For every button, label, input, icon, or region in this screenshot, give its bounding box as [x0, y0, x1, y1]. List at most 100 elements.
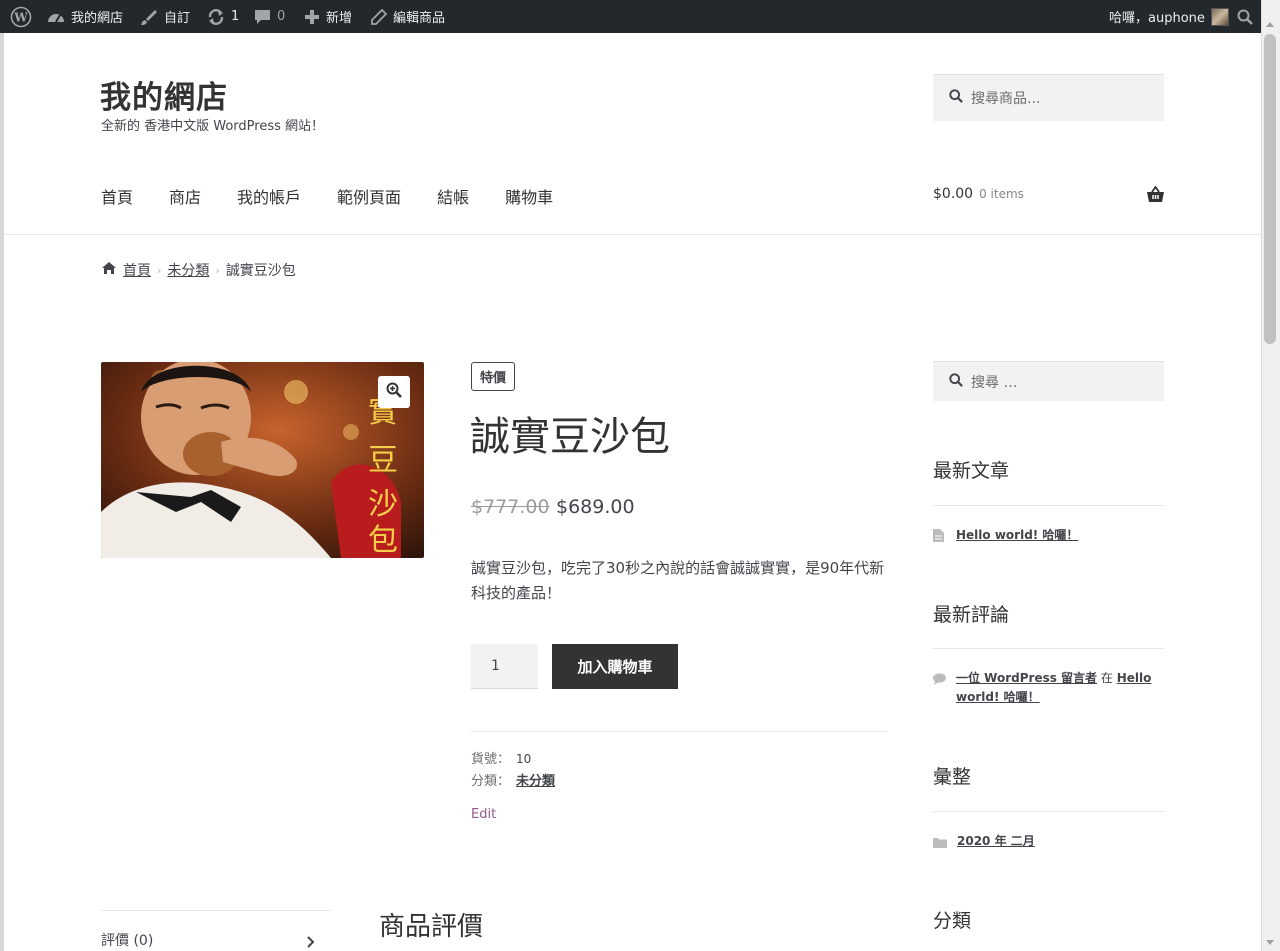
header-cart[interactable]: $0.00 0 items [933, 186, 1024, 202]
nav-item-cart[interactable]: 購物車 [505, 184, 553, 208]
admin-bar-account[interactable]: 哈囉，auphone [1109, 0, 1229, 33]
category-label: 分類： [471, 774, 511, 789]
header-divider [4, 234, 1261, 235]
admin-bar-greeting: 哈囉，auphone [1109, 11, 1205, 26]
scrollbar-thumb[interactable] [1264, 34, 1276, 344]
cart-count: 0 items [979, 187, 1024, 201]
quantity-input[interactable] [471, 644, 538, 689]
site-title[interactable]: 我的網店 [100, 72, 228, 117]
sale-badge: 特價 [471, 362, 516, 391]
breadcrumb-current: 誠實豆沙包 [225, 263, 296, 279]
category-link[interactable]: 未分類 [516, 774, 555, 789]
comment-in-word: 在 [1100, 671, 1113, 685]
brush-icon [140, 8, 158, 26]
wordpress-logo-button[interactable]: W [10, 0, 32, 33]
comment-icon [254, 9, 271, 25]
admin-bar-comments[interactable]: 0 [254, 0, 285, 33]
recent-posts-title: 最新文章 [933, 460, 1010, 482]
product-image[interactable]: 實 豆 沙 包 [101, 362, 424, 558]
home-icon [101, 261, 117, 279]
product-search-field[interactable]: 搜尋商品... [933, 74, 1164, 121]
chevron-right-icon [306, 933, 316, 951]
breadcrumb-category[interactable]: 未分類 [167, 260, 209, 280]
admin-bar-customize-label: 自訂 [164, 11, 191, 26]
product-title: 誠實豆沙包 [470, 414, 670, 460]
comment-author-link[interactable]: 一位 WordPress 留言者 [956, 671, 1097, 685]
admin-bar-site-label: 我的網店 [71, 11, 124, 26]
widget-divider [933, 648, 1164, 649]
plus-icon [304, 9, 320, 25]
nav-item-sample-page[interactable]: 範例頁面 [337, 184, 401, 208]
wordpress-logo-icon: W [10, 6, 32, 28]
svg-text:豆: 豆 [368, 443, 398, 478]
dashboard-icon [47, 9, 65, 25]
search-icon [949, 372, 963, 391]
scrollbar-up-arrow[interactable] [1266, 22, 1274, 27]
document-icon [933, 526, 946, 548]
search-icon [949, 89, 963, 107]
image-zoom-button[interactable] [378, 376, 410, 408]
summary-divider [471, 731, 887, 732]
admin-bar-new-label: 新增 [326, 11, 353, 26]
zoom-icon [386, 382, 402, 402]
admin-bar-updates[interactable]: 1 [207, 0, 239, 33]
reviews-heading: 商品評價 [379, 912, 484, 942]
categories-title: 分類 [933, 910, 972, 932]
avatar [1210, 7, 1229, 26]
archives-title: 彙整 [933, 766, 972, 788]
admin-bar-site-name[interactable]: 我的網店 [47, 0, 123, 33]
admin-bar-customize[interactable]: 自訂 [140, 0, 190, 33]
cart-amount: $0.00 [933, 186, 974, 202]
add-to-cart-button[interactable]: 加入購物車 [552, 644, 678, 689]
recent-comment-item: 一位 WordPress 留言者 在 Hello world! 哈囉！ [933, 669, 1164, 707]
sale-price: $689.00 [556, 496, 635, 518]
svg-text:包: 包 [368, 523, 398, 558]
edit-link[interactable]: Edit [471, 807, 496, 822]
widget-divider [933, 811, 1164, 812]
svg-text:W: W [13, 10, 28, 24]
admin-bar: W 我的網店 自訂 1 0 新增 編輯商品 哈囉，auphone [0, 0, 1280, 33]
product-category: 分類： 未分類 [471, 770, 555, 789]
product-search-placeholder: 搜尋商品... [971, 91, 1041, 107]
nav-item-checkout[interactable]: 結帳 [437, 184, 469, 208]
regular-price: $777.00 [471, 496, 550, 518]
comment-icon [933, 669, 946, 707]
search-icon [1237, 9, 1253, 25]
tabs-divider [101, 910, 331, 911]
archive-link[interactable]: 2020 年 二月 [957, 832, 1035, 854]
svg-text:沙: 沙 [368, 487, 398, 522]
scrollbar-down-arrow[interactable] [1266, 940, 1274, 945]
product-short-description: 誠實豆沙包，吃完了30秒之內說的話會誠誠實實，是90年代新科技的產品！ [471, 559, 885, 602]
breadcrumb-home[interactable]: 首頁 [123, 260, 151, 280]
sidebar-search-placeholder: 搜尋 … [971, 374, 1018, 391]
refresh-icon [207, 8, 225, 26]
recent-post-link[interactable]: Hello world! 哈囉！ [956, 526, 1078, 548]
admin-bar-search[interactable] [1237, 0, 1253, 33]
pencil-icon [371, 8, 387, 25]
sku-value: 10 [516, 752, 532, 766]
admin-bar-new[interactable]: 新增 [304, 0, 352, 33]
basket-icon[interactable] [1146, 185, 1165, 207]
recent-comments-title: 最新評論 [933, 604, 1010, 626]
widget-divider [933, 505, 1164, 506]
sku-label: 貨號： [471, 752, 511, 767]
nav-item-my-account[interactable]: 我的帳戶 [237, 184, 301, 208]
breadcrumb-separator-icon: › [157, 263, 162, 277]
admin-bar-edit-label: 編輯商品 [393, 11, 446, 26]
sidebar-search-field[interactable]: 搜尋 … [933, 361, 1164, 401]
window-frame-left [0, 33, 4, 951]
breadcrumb: 首頁 › 未分類 › 誠實豆沙包 [101, 260, 296, 280]
product-sku: 貨號： 10 [471, 748, 531, 767]
recent-post-item: Hello world! 哈囉！ [933, 526, 1164, 548]
recent-comment-text: 一位 WordPress 留言者 在 Hello world! 哈囉！ [956, 669, 1164, 707]
folder-icon [933, 832, 947, 854]
comments-count: 0 [277, 9, 286, 24]
tab-reviews[interactable]: 評價 (0) [101, 930, 153, 950]
nav-item-shop[interactable]: 商店 [169, 184, 201, 208]
primary-navigation: 首頁 商店 我的帳戶 範例頁面 結帳 購物車 [101, 184, 589, 208]
archive-item: 2020 年 二月 [933, 832, 1164, 854]
breadcrumb-separator-icon: › [215, 263, 220, 277]
site-description: 全新的 香港中文版 WordPress 網站！ [101, 119, 325, 134]
admin-bar-edit-product[interactable]: 編輯商品 [371, 0, 445, 33]
nav-item-home[interactable]: 首頁 [101, 184, 133, 208]
